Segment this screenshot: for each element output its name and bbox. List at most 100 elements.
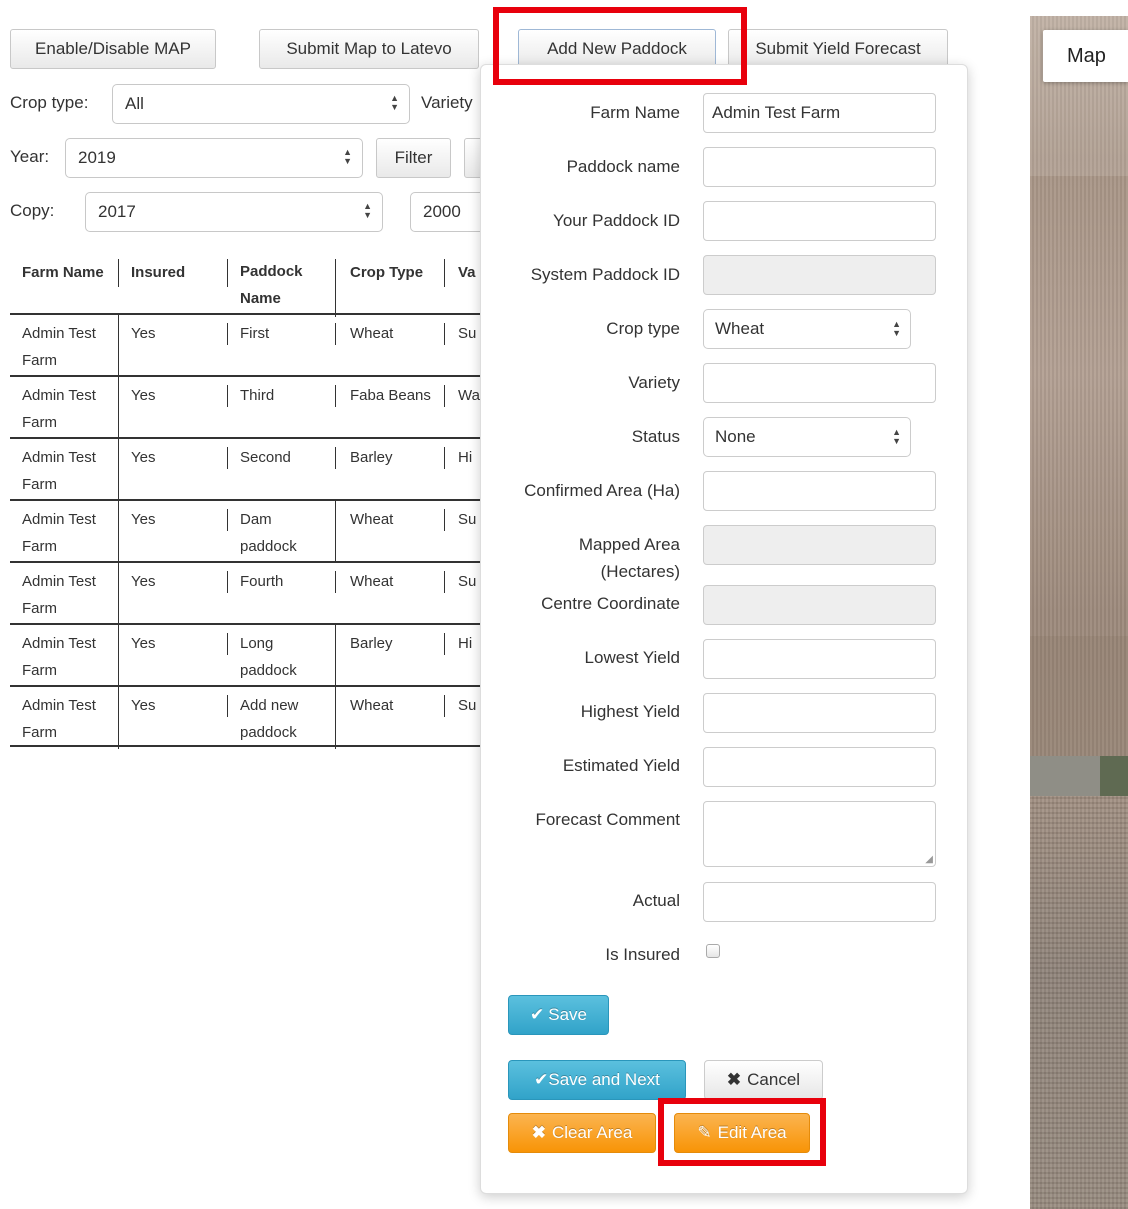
cell-variety-line1: Wa <box>458 387 480 404</box>
submit-map-button[interactable]: Submit Map to Latevo <box>259 29 479 69</box>
variety-input[interactable] <box>703 363 936 403</box>
lowest-yield-input[interactable] <box>703 639 936 679</box>
resize-handle-icon[interactable]: ◢ <box>925 854 933 865</box>
copy-to-year-value: 2000 <box>423 202 461 221</box>
cell-farm-name-line2: Farm <box>22 600 57 617</box>
cell-insured-line1: Yes <box>131 635 156 652</box>
cell-paddock-name-line1: Long <box>240 635 274 652</box>
cancel-button[interactable]: ✖ Cancel <box>704 1060 823 1100</box>
status-value: None <box>715 427 756 446</box>
row-divider <box>227 695 228 717</box>
table-row[interactable]: Admin Test Farm Yes Fourth Wheat Su <box>10 561 482 625</box>
cell-paddock-name: Long paddock <box>240 630 297 684</box>
row-divider <box>118 439 119 501</box>
crop-type-filter-label: Crop type: <box>10 93 89 112</box>
cell-farm-name: Admin Test Farm <box>22 568 96 622</box>
crop-type-filter-select[interactable]: All ▲ ▼ <box>112 84 410 124</box>
cell-farm-name-line2: Farm <box>22 662 57 679</box>
header-crop-type: Crop Type <box>350 264 424 281</box>
cell-insured-line1: Yes <box>131 449 156 466</box>
cell-crop-type: Faba Beans <box>350 382 431 409</box>
select-arrows-icon: ▲ ▼ <box>363 201 372 220</box>
cell-variety: Su <box>458 692 476 719</box>
table-row[interactable]: Admin Test Farm Yes Dam paddock Wheat Su <box>10 499 482 563</box>
farm-name-input[interactable]: Admin Test Farm <box>703 93 936 133</box>
satellite-map[interactable] <box>1030 16 1128 1209</box>
header-paddock-line2: Name <box>240 290 281 307</box>
your-paddock-id-input[interactable] <box>703 201 936 241</box>
estimated-yield-input[interactable] <box>703 747 936 787</box>
cell-paddock-name-line1: Dam <box>240 511 272 528</box>
cell-farm-name: Admin Test Farm <box>22 382 96 436</box>
crop-type-select[interactable]: Wheat ▲ ▼ <box>703 309 911 349</box>
cell-variety: Hi <box>458 630 472 657</box>
actual-input[interactable] <box>703 882 936 922</box>
year-filter-value: 2019 <box>78 148 116 167</box>
row-divider <box>444 509 445 531</box>
row-divider <box>227 509 228 531</box>
cell-farm-name-line2: Farm <box>22 476 57 493</box>
header-divider <box>335 259 336 317</box>
year-filter-select[interactable]: 2019 ▲ ▼ <box>65 138 363 178</box>
cancel-button-label: Cancel <box>747 1070 801 1089</box>
row-divider <box>227 633 228 655</box>
variety-label: Variety <box>628 373 680 392</box>
cell-farm-name: Admin Test Farm <box>22 630 96 684</box>
row-divider <box>118 625 119 687</box>
actual-label: Actual <box>632 891 680 910</box>
save-and-next-label: Save and Next <box>548 1070 660 1089</box>
map-field-band <box>1030 756 1128 796</box>
cell-paddock-name: Add new paddock <box>240 692 298 746</box>
cell-paddock-name: First <box>240 320 269 347</box>
table-bottom-border <box>10 745 482 747</box>
status-select[interactable]: None ▲ ▼ <box>703 417 911 457</box>
row-divider <box>118 315 119 377</box>
row-divider <box>118 501 119 563</box>
highest-yield-input[interactable] <box>703 693 936 733</box>
paddock-name-label: Paddock name <box>566 157 680 176</box>
variety-filter-label: Variety <box>421 93 473 112</box>
row-divider <box>227 447 228 469</box>
system-paddock-id-input <box>703 255 936 295</box>
table-row[interactable]: Admin Test Farm Yes Add new paddock Wheat Su <box>10 685 482 749</box>
select-arrows-icon: ▲ ▼ <box>892 427 901 446</box>
filter-button[interactable]: Filter <box>376 138 451 178</box>
cell-insured: Yes <box>131 692 155 719</box>
mapped-area-input <box>703 525 936 565</box>
cell-insured: Yes <box>131 568 155 595</box>
cell-insured-line1: Yes <box>131 325 156 342</box>
row-divider <box>335 687 336 749</box>
table-row[interactable]: Admin Test Farm Yes Long paddock Barley Hi <box>10 623 482 687</box>
header-variety: Va <box>458 264 476 281</box>
cell-insured-line1: Yes <box>131 387 156 404</box>
cell-insured: Yes <box>131 320 155 347</box>
row-divider <box>118 377 119 439</box>
cell-farm-name-line1: Admin Test <box>22 511 96 528</box>
cell-paddock-name-line1: Fourth <box>240 573 284 590</box>
cell-paddock-name: Third <box>240 382 274 409</box>
cell-insured: Yes <box>131 444 155 471</box>
cell-crop-type: Wheat <box>350 320 393 347</box>
submit-yield-forecast-button[interactable]: Submit Yield Forecast <box>728 29 948 69</box>
cell-paddock-name-line2: paddock <box>240 724 297 741</box>
map-tab[interactable]: Map <box>1043 30 1128 82</box>
save-button[interactable]: ✔ Save <box>508 995 609 1035</box>
table-row[interactable]: Admin Test Farm Yes Second Barley Hi <box>10 437 482 501</box>
your-paddock-id-label: Your Paddock ID <box>553 211 680 230</box>
status-label: Status <box>631 427 680 446</box>
centre-coordinate-label: Centre Coordinate <box>541 594 680 613</box>
forecast-comment-textarea[interactable]: ◢ <box>703 801 936 867</box>
cell-variety-line1: Hi <box>458 449 473 466</box>
clear-area-button[interactable]: ✖ Clear Area <box>508 1113 656 1153</box>
table-row[interactable]: Admin Test Farm Yes First Wheat Su <box>10 313 482 377</box>
enable-disable-map-button[interactable]: Enable/Disable MAP <box>10 29 216 69</box>
cell-insured: Yes <box>131 382 155 409</box>
copy-year-select[interactable]: 2017 ▲ ▼ <box>85 192 383 232</box>
cell-farm-name-line1: Admin Test <box>22 449 96 466</box>
table-row[interactable]: Admin Test Farm Yes Third Faba Beans Wa <box>10 375 482 439</box>
header-divider <box>227 259 228 287</box>
paddock-name-input[interactable] <box>703 147 936 187</box>
confirmed-area-input[interactable] <box>703 471 936 511</box>
save-and-next-button[interactable]: ✔ Save and Next <box>508 1060 686 1100</box>
is-insured-checkbox[interactable] <box>706 944 720 958</box>
